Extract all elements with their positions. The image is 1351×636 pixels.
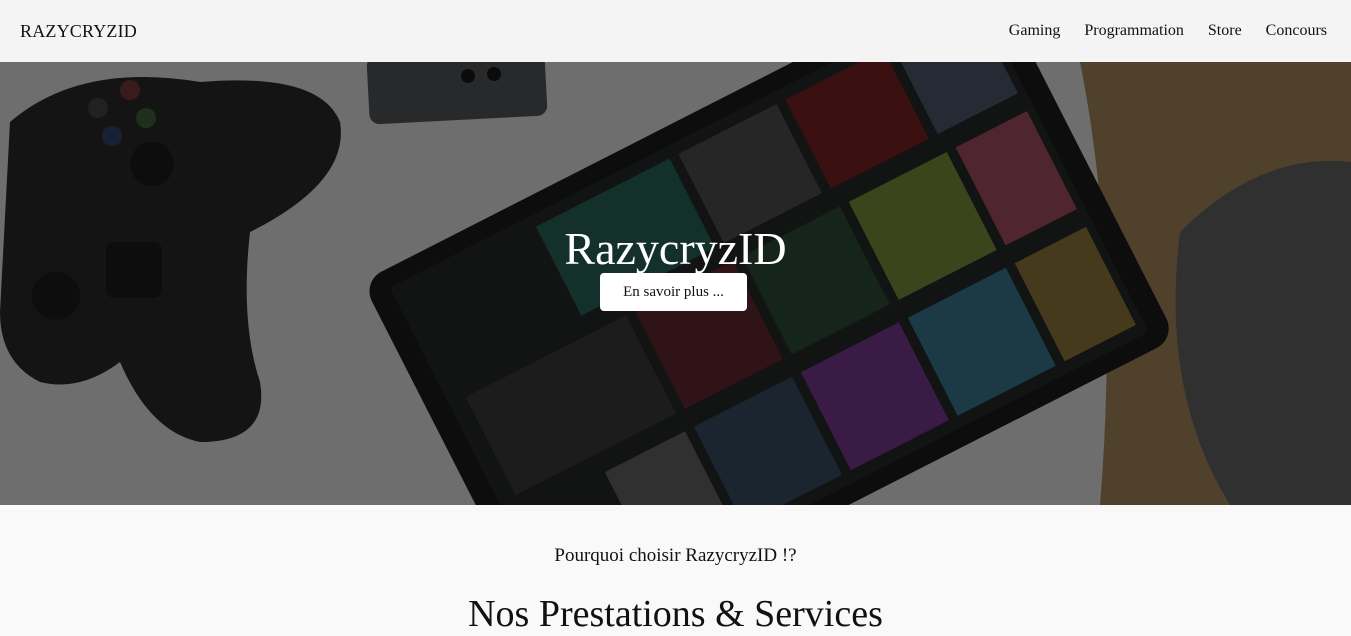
- hero-title: RazycryzID: [564, 223, 787, 274]
- nav-link-programmation[interactable]: Programmation: [1084, 22, 1184, 40]
- brand-logo[interactable]: RAZYCRYZID: [20, 21, 137, 42]
- top-navbar: RAZYCRYZID Gaming Programmation Store Co…: [0, 0, 1351, 62]
- nav-link-store[interactable]: Store: [1208, 22, 1242, 40]
- why-choose-heading: Pourquoi choisir RazycryzID !?: [554, 545, 797, 566]
- nav-link-gaming[interactable]: Gaming: [1009, 22, 1061, 40]
- hero-banner: RazycryzID En savoir plus ...: [0, 62, 1351, 505]
- learn-more-button[interactable]: En savoir plus ...: [600, 273, 747, 311]
- nav-link-concours[interactable]: Concours: [1266, 22, 1327, 40]
- services-section-title: Nos Prestations & Services: [468, 593, 883, 635]
- main-nav: Gaming Programmation Store Concours: [1009, 22, 1327, 40]
